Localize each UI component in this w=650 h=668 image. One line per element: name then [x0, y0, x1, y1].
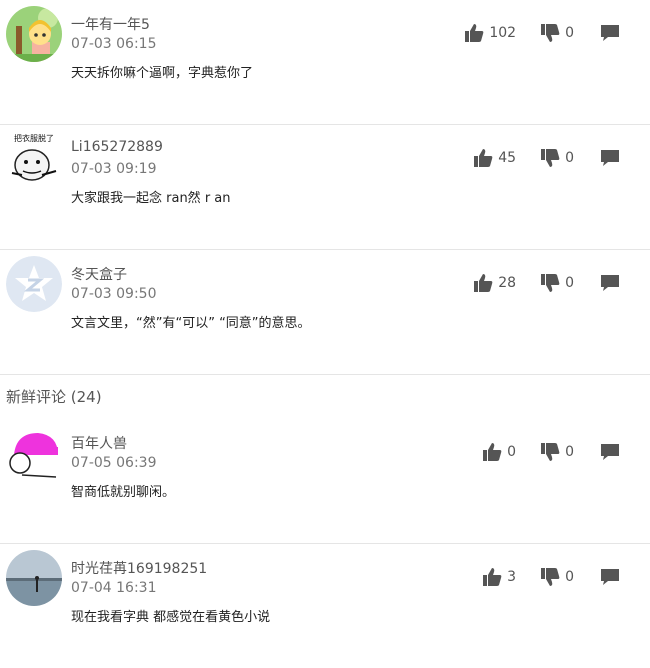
comment-actions: 45 0 [473, 147, 620, 169]
like-button[interactable]: 28 [473, 273, 540, 293]
dislike-count: 0 [565, 569, 574, 585]
timestamp: 07-03 06:15 [71, 36, 157, 52]
dislike-count: 0 [565, 150, 574, 166]
dislike-button[interactable]: 0 [540, 442, 600, 462]
reply-button[interactable] [600, 442, 620, 462]
comment-bubble-icon [600, 273, 620, 293]
comment-item: 一年有一年5 07-03 06:15 天天拆你嘛个逼啊，字典惹你了 102 0 [0, 0, 650, 125]
comment-item: 把衣服脱了 Li165272889 07-03 09:19 大家跟我一起念 ra… [0, 125, 650, 250]
comment-bubble-icon [600, 442, 620, 462]
dislike-button[interactable]: 0 [540, 273, 600, 293]
like-count: 3 [507, 569, 517, 585]
avatar-caption: 把衣服脱了 [14, 133, 54, 143]
like-count: 102 [489, 25, 517, 41]
comment-bubble-icon [600, 567, 620, 587]
reply-button[interactable] [600, 148, 620, 168]
like-button[interactable]: 102 [464, 23, 540, 43]
comment-actions: 28 0 [473, 272, 620, 294]
thumbs-down-icon [540, 273, 560, 293]
comment-item: 时光荏苒169198251 07-04 16:31 现在我看字典 都感觉在看黄色… [0, 544, 650, 668]
comment-actions: 3 0 [482, 566, 620, 588]
reply-button[interactable] [600, 23, 620, 43]
dislike-button[interactable]: 0 [540, 567, 600, 587]
comment-bubble-icon [600, 23, 620, 43]
timestamp: 07-03 09:50 [71, 286, 157, 302]
comment-actions: 0 0 [482, 441, 620, 463]
thumbs-down-icon [540, 442, 560, 462]
thumbs-up-icon [464, 23, 484, 43]
like-button[interactable]: 0 [482, 442, 540, 462]
dislike-count: 0 [565, 444, 574, 460]
dislike-count: 0 [565, 275, 574, 291]
lake-photo-avatar-icon[interactable] [6, 550, 62, 606]
username[interactable]: Li165272889 [71, 139, 163, 155]
like-button[interactable]: 45 [473, 148, 540, 168]
timestamp: 07-03 09:19 [71, 161, 157, 177]
timestamp: 07-04 16:31 [71, 580, 157, 596]
cartoon-avatar-icon[interactable] [6, 6, 62, 62]
fresh-comments-heading: 新鲜评论 (24) [6, 388, 102, 406]
like-count: 0 [507, 444, 517, 460]
like-count: 28 [498, 275, 517, 291]
thumbs-down-icon [540, 148, 560, 168]
meme-avatar-icon[interactable]: 把衣服脱了 [6, 131, 62, 187]
like-button[interactable]: 3 [482, 567, 540, 587]
username[interactable]: 冬天盒子 [71, 264, 127, 284]
comment-text: 大家跟我一起念 ran然 r an [71, 191, 231, 206]
comment-text: 天天拆你嘛个逼啊，字典惹你了 [71, 66, 254, 81]
thumbs-up-icon [473, 273, 493, 293]
dislike-button[interactable]: 0 [540, 23, 600, 43]
username[interactable]: 一年有一年5 [71, 14, 150, 34]
pink-cap-avatar-icon[interactable] [6, 425, 62, 481]
comment-text: 智商低就别聊闲。 [71, 485, 176, 500]
comment-text: 文言文里，“然”有“可以” “同意”的意思。 [71, 316, 311, 331]
thumbs-down-icon [540, 567, 560, 587]
thumbs-up-icon [473, 148, 493, 168]
comment-item: 百年人兽 07-05 06:39 智商低就别聊闲。 0 0 [0, 419, 650, 544]
username[interactable]: 百年人兽 [71, 433, 127, 453]
dislike-button[interactable]: 0 [540, 148, 600, 168]
default-avatar-icon[interactable] [6, 256, 62, 312]
reply-button[interactable] [600, 273, 620, 293]
timestamp: 07-05 06:39 [71, 455, 157, 471]
comment-bubble-icon [600, 148, 620, 168]
thumbs-up-icon [482, 567, 502, 587]
comment-actions: 102 0 [464, 22, 620, 44]
like-count: 45 [498, 150, 517, 166]
thumbs-down-icon [540, 23, 560, 43]
username[interactable]: 时光荏苒169198251 [71, 558, 207, 578]
comment-item: 冬天盒子 07-03 09:50 文言文里，“然”有“可以” “同意”的意思。 … [0, 250, 650, 375]
reply-button[interactable] [600, 567, 620, 587]
dislike-count: 0 [565, 25, 574, 41]
thumbs-up-icon [482, 442, 502, 462]
comment-text: 现在我看字典 都感觉在看黄色小说 [71, 610, 271, 625]
